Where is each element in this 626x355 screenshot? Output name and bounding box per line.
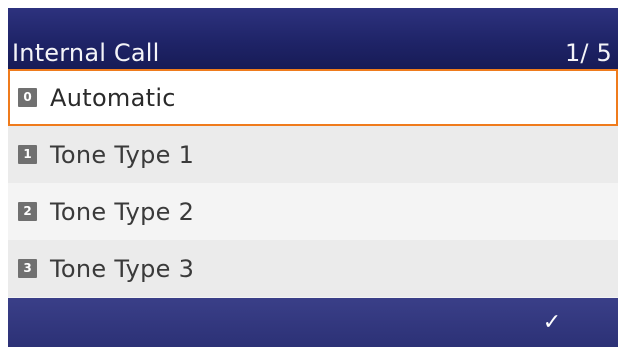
page-indicator: 1/ 5 <box>564 39 612 67</box>
list-item-label: Tone Type 1 <box>50 140 195 169</box>
list-item-tone-type-1[interactable]: 1 Tone Type 1 <box>8 126 618 183</box>
header-bar: Internal Call 1/ 5 <box>8 8 618 69</box>
list-item-tone-type-3[interactable]: 3 Tone Type 3 <box>8 240 618 297</box>
list-item-label: Tone Type 2 <box>50 197 195 226</box>
soft-key-bar: ✓ <box>8 298 618 347</box>
list-item-label: Automatic <box>50 83 176 112</box>
checkmark-icon: ✓ <box>542 310 562 335</box>
dial-key-1-icon: 1 <box>18 145 37 164</box>
dial-key-0-icon: 0 <box>18 88 37 107</box>
dial-key-3-icon: 3 <box>18 259 37 278</box>
list-item-tone-type-2[interactable]: 2 Tone Type 2 <box>8 183 618 240</box>
list-item-label: Tone Type 3 <box>50 254 195 283</box>
screen-title: Internal Call <box>12 39 160 67</box>
list-item-automatic[interactable]: 0 Automatic <box>8 69 618 126</box>
ok-softkey-button[interactable]: ✓ <box>530 306 574 340</box>
option-list: 0 Automatic 1 Tone Type 1 2 Tone Type 2 … <box>8 69 618 297</box>
phone-display: Internal Call 1/ 5 0 Automatic 1 Tone Ty… <box>8 8 618 347</box>
dial-key-2-icon: 2 <box>18 202 37 221</box>
